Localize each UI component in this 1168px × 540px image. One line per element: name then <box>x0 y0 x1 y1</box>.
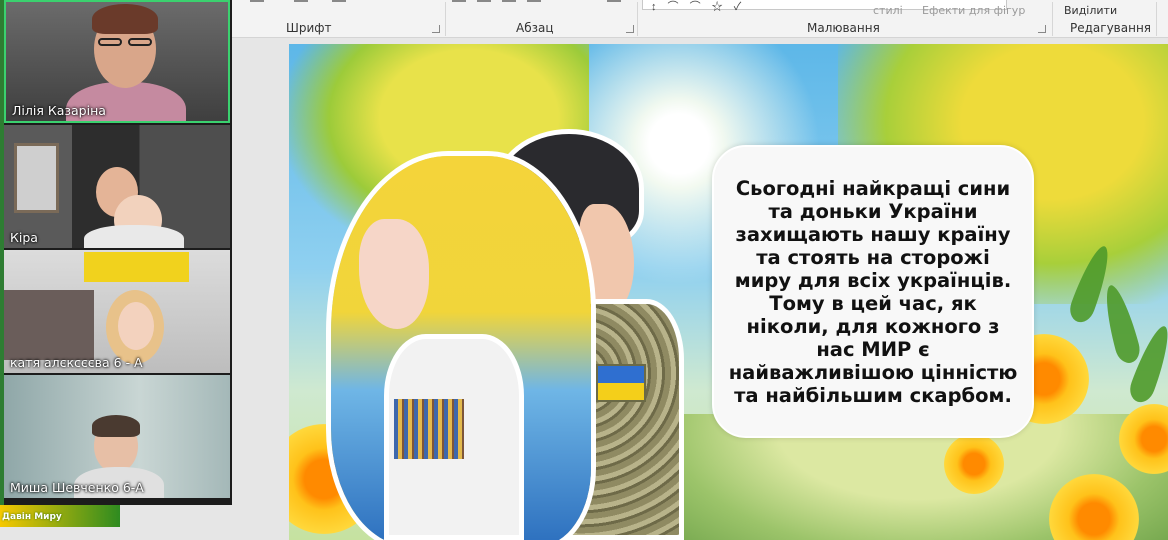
participant-video-tile[interactable]: Миша Шевченко 6-А <box>4 375 230 498</box>
participant-name: катя алєксєєва 6 - А <box>10 355 143 370</box>
ribbon-separator <box>445 2 446 36</box>
font-size-icon[interactable] <box>250 0 264 6</box>
participant-body <box>84 225 184 248</box>
shapes-gallery-icons: ↕ ⌒ ⌒ ☆ ✓ <box>651 1 746 13</box>
ribbon-top-controls: ↕ ⌒ ⌒ ☆ ✓ стилі Ефекти для фігур Виділит… <box>232 0 1168 17</box>
flag-yellow-stripe <box>598 383 644 400</box>
participants-panel: Лілія Казаріна Кіра катя алєксєєва 6 - А… <box>0 0 232 505</box>
glasses <box>98 38 122 46</box>
slide-canvas[interactable]: Сьогодні найкращі сини та доньки України… <box>289 44 1168 540</box>
align-right-icon[interactable] <box>502 0 516 6</box>
font-style-icon[interactable] <box>332 0 346 6</box>
flower-decoration <box>944 434 1004 494</box>
paragraph-dialog-launcher[interactable] <box>626 25 634 33</box>
select-button[interactable]: Виділити <box>1064 4 1117 17</box>
participant-hair <box>92 415 140 437</box>
align-left-icon[interactable] <box>452 0 466 6</box>
group-paragraph-label: Абзац <box>516 21 554 35</box>
font-color-icon[interactable] <box>294 0 308 6</box>
ribbon-separator <box>1052 2 1053 36</box>
text-direction-icon[interactable] <box>607 0 621 6</box>
embroidery-pattern <box>394 399 464 459</box>
participant-name: Лілія Казаріна <box>12 103 106 118</box>
font-dialog-launcher[interactable] <box>432 25 440 33</box>
slide-text: Сьогодні найкращі сини та доньки України… <box>728 176 1018 407</box>
participant-video-tile[interactable]: Кіра <box>4 125 230 248</box>
group-editing-label: Редагування <box>1070 21 1152 35</box>
participant-hair <box>92 4 158 34</box>
room-background-object <box>4 290 94 360</box>
drawing-dialog-launcher[interactable] <box>1038 25 1046 33</box>
participant-video-tile[interactable]: катя алєксєєва 6 - А <box>4 250 230 373</box>
participant-name: Кіра <box>10 230 38 245</box>
ribbon-separator <box>1156 2 1157 36</box>
flag-blue-stripe <box>598 366 644 383</box>
group-drawing-label: Малювання <box>807 21 880 35</box>
yellow-banner <box>84 252 189 282</box>
group-font-label: Шрифт <box>286 21 332 35</box>
ukraine-flag-patch <box>596 364 646 402</box>
participant-video-tile[interactable]: Лілія Казаріна <box>4 0 230 123</box>
participant-head <box>118 302 154 350</box>
slide-thumbnail-label: Давін Миру <box>2 512 62 522</box>
participant-name: Миша Шевченко 6-А <box>10 480 144 495</box>
justify-icon[interactable] <box>527 0 541 6</box>
wall-picture <box>14 143 59 213</box>
slide-text-box[interactable]: Сьогодні найкращі сини та доньки України… <box>712 145 1034 438</box>
ribbon: ↕ ⌒ ⌒ ☆ ✓ стилі Ефекти для фігур Виділит… <box>232 0 1168 38</box>
glasses <box>128 38 152 46</box>
align-center-icon[interactable] <box>477 0 491 6</box>
ribbon-separator <box>637 2 638 36</box>
shape-effects-button[interactable]: Ефекти для фігур <box>922 4 1025 17</box>
quick-styles-button[interactable]: стилі <box>873 4 903 17</box>
